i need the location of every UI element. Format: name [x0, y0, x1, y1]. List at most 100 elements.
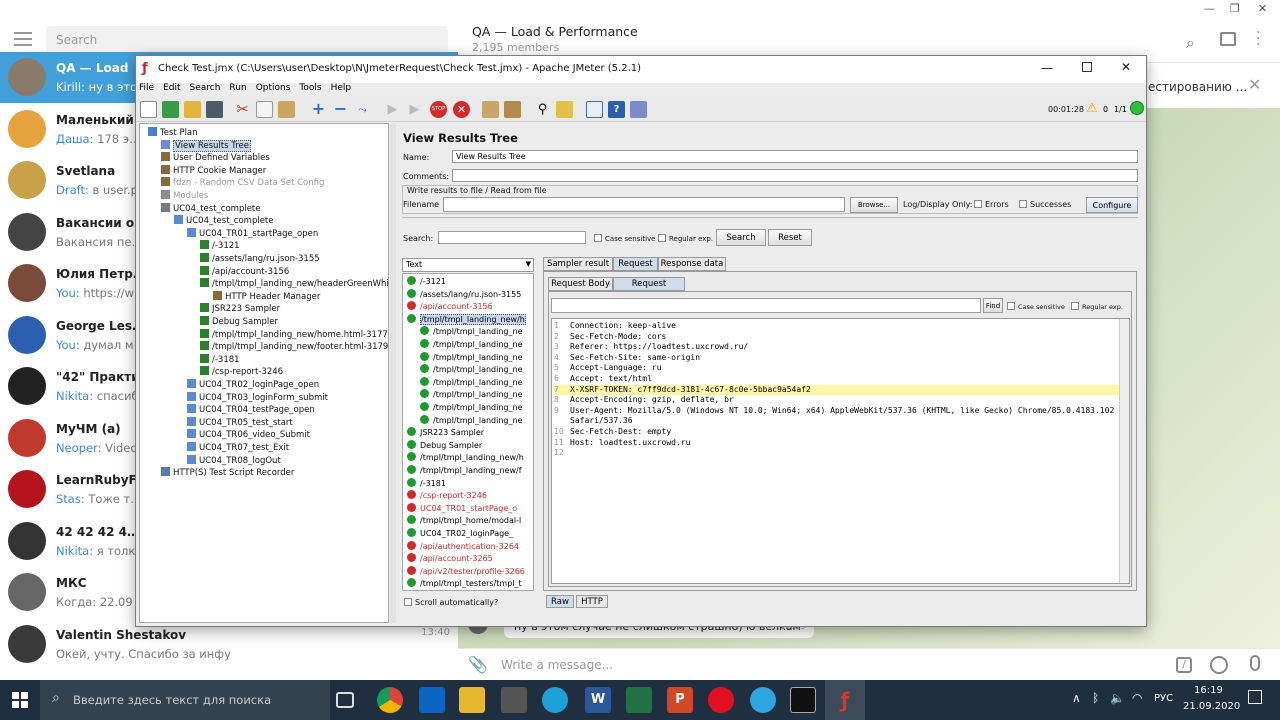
close-window-icon[interactable]: ✕ — [1258, 2, 1267, 15]
function-helper-icon[interactable] — [586, 101, 603, 118]
tab-request-headers[interactable]: Request Headers — [613, 277, 685, 302]
hamburger-menu-icon[interactable] — [14, 32, 32, 46]
result-item[interactable]: UC04_TR02_loginPage_ — [407, 528, 513, 541]
find-button[interactable]: Find — [983, 298, 1003, 313]
store-icon[interactable] — [501, 687, 527, 713]
tree-node[interactable]: /csp-report-3246 — [200, 366, 283, 378]
expand-all-icon[interactable]: + — [310, 101, 327, 118]
mail-icon[interactable] — [419, 687, 445, 713]
menu-edit[interactable]: Edit — [163, 83, 180, 93]
tree-node[interactable]: UC04_TR07_test_Exit — [187, 442, 289, 454]
headers-text-area[interactable]: 1 Connection: keep-alive 2 Sec-Fetch-Mode: … — [551, 318, 1130, 584]
cut-icon[interactable]: ✂ — [234, 101, 251, 118]
microphone-icon[interactable] — [1250, 655, 1260, 671]
filename-field[interactable] — [443, 197, 845, 212]
tree-node[interactable]: /tmpl/tmpl_landing_new/footer.html-3179 — [200, 341, 388, 353]
test-plan-tree[interactable]: Test Plan View Results Tree User Defined V… — [139, 123, 389, 623]
renderer-select[interactable]: Text ▼ — [402, 258, 534, 272]
vertical-scrollbar[interactable] — [1119, 319, 1129, 583]
result-item[interactable]: /tmpl/tmpl_landing_new/h — [407, 452, 524, 465]
result-item[interactable]: /tmpl/tmpl_landing_ne — [420, 402, 523, 415]
results-list[interactable]: /-3121/assets/lang/ru.json-3155/api/acco… — [402, 273, 534, 591]
maximize-icon[interactable]: ❐ — [1230, 2, 1240, 15]
tab-raw[interactable]: Raw — [546, 595, 574, 608]
result-item[interactable]: /-3121 — [407, 276, 446, 289]
open-icon[interactable] — [184, 101, 201, 118]
tab-request-body[interactable]: Request Body — [548, 277, 613, 291]
clear-icon[interactable] — [482, 101, 499, 118]
paste-icon[interactable] — [278, 101, 295, 118]
result-item[interactable]: /tmpl/tmpl_testers/tmpl_t — [407, 578, 522, 590]
tree-node[interactable]: UC04_test_complete — [161, 202, 261, 215]
find-case-sensitive-checkbox[interactable]: Case sensitive — [1007, 302, 1065, 311]
chrome-icon[interactable] — [377, 687, 403, 713]
result-item[interactable]: /csp-report-3246 — [407, 490, 487, 503]
remote-icon[interactable] — [630, 101, 647, 118]
warning-icon[interactable]: ⚠ — [1086, 101, 1098, 116]
menu-tools[interactable]: Tools — [299, 83, 321, 93]
scroll-auto-checkbox[interactable]: Scroll automatically? — [404, 598, 498, 607]
shutdown-icon[interactable]: ✕ — [453, 101, 470, 118]
name-field[interactable]: View Results Tree — [452, 150, 1138, 163]
tree-node[interactable]: fdzn - Random CSV Data Set Config — [161, 177, 324, 189]
tree-node[interactable]: /api/account-3156 — [200, 265, 289, 278]
wifi-icon[interactable]: ◠ — [1132, 691, 1142, 705]
clock-date[interactable]: 21.09.2020 — [1183, 701, 1240, 712]
tree-node[interactable]: User Defined Variables — [161, 152, 270, 164]
tree-node[interactable]: UC04_TR01_startPage_open — [187, 227, 318, 240]
comments-field[interactable] — [452, 169, 1138, 182]
telegram-search-input[interactable]: Search — [46, 26, 448, 54]
result-item[interactable]: /tmpl/tmpl_landing_ne — [420, 339, 523, 352]
reset-search-icon[interactable] — [556, 101, 573, 118]
tree-node[interactable]: /assets/lang/ru.json-3155 — [200, 253, 320, 265]
errors-checkbox[interactable]: Errors — [974, 200, 1009, 209]
sidebar-toggle-icon[interactable] — [1220, 32, 1236, 46]
configure-button[interactable]: Configure — [1086, 197, 1138, 213]
bluetooth-icon[interactable]: ᛒ — [1092, 691, 1099, 705]
minimize-icon[interactable]: — — [1204, 2, 1215, 15]
tab-http[interactable]: HTTP — [576, 595, 608, 608]
maximize-icon[interactable] — [1082, 62, 1092, 72]
file-explorer-icon[interactable] — [459, 687, 485, 713]
result-item[interactable]: /tmpl/tmpl_landing_ne — [420, 326, 523, 339]
regexp-checkbox[interactable]: Regular exp. — [658, 234, 713, 243]
close-icon[interactable]: ✕ — [1248, 75, 1261, 94]
tree-node[interactable]: JSR223 Sampler — [200, 303, 280, 315]
start-icon[interactable]: ▶ — [384, 101, 401, 118]
volume-icon[interactable]: 🔈 — [1110, 691, 1125, 705]
search-field[interactable] — [438, 231, 586, 244]
tree-node[interactable]: HTTP(S) Test Script Recorder — [161, 467, 294, 479]
tab-response-data[interactable]: Response data — [658, 257, 726, 271]
sheets-icon[interactable] — [626, 687, 652, 713]
copy-icon[interactable] — [256, 101, 273, 118]
result-item[interactable]: /tmpl/tmpl_landing_new/h — [407, 313, 526, 327]
find-field[interactable] — [551, 298, 981, 313]
tree-node[interactable]: Modules — [161, 190, 208, 202]
templates-icon[interactable] — [162, 101, 179, 118]
tree-node[interactable]: /-3181 — [200, 353, 240, 366]
menu-search[interactable]: Search — [190, 83, 221, 93]
result-item[interactable]: /api/account-3265 — [407, 553, 493, 566]
result-item[interactable]: Debug Sampler — [407, 439, 482, 453]
word-icon[interactable]: W — [585, 687, 611, 713]
more-icon[interactable]: · · · — [1256, 26, 1260, 52]
command-icon[interactable]: / — [1176, 657, 1192, 673]
menu-file[interactable]: File — [139, 83, 154, 93]
tree-node[interactable]: /tmpl/tmpl_landing_new/home.html-3177 — [200, 328, 388, 341]
search-button[interactable]: Search — [716, 229, 766, 246]
toggle-icon[interactable]: ⤳ — [354, 101, 371, 118]
result-item[interactable]: UC04_TR01_startPage_o — [407, 502, 517, 516]
result-item[interactable]: /api/authentication-3264 — [407, 540, 519, 554]
clock-time[interactable]: 16:19 — [1194, 685, 1223, 696]
telegram-icon[interactable] — [750, 687, 776, 713]
taskbar-search-box[interactable]: ⌕ Введите здесь текст для поиска — [40, 680, 330, 720]
tree-node[interactable]: HTTP Cookie Manager — [161, 164, 266, 177]
task-view-icon[interactable] — [336, 692, 354, 708]
tree-node[interactable]: UC04_test_complete — [174, 215, 274, 227]
result-item[interactable]: /tmpl/tmpl_landing_ne — [420, 389, 523, 402]
clear-all-icon[interactable] — [504, 101, 521, 118]
tree-node[interactable]: UC04_TR02_loginPage_open — [187, 379, 319, 391]
result-item[interactable]: /tmpl/tmpl_landing_ne — [420, 414, 523, 428]
browse-button[interactable]: Browse... — [850, 197, 898, 213]
tree-node[interactable]: /-3121 — [200, 240, 240, 252]
